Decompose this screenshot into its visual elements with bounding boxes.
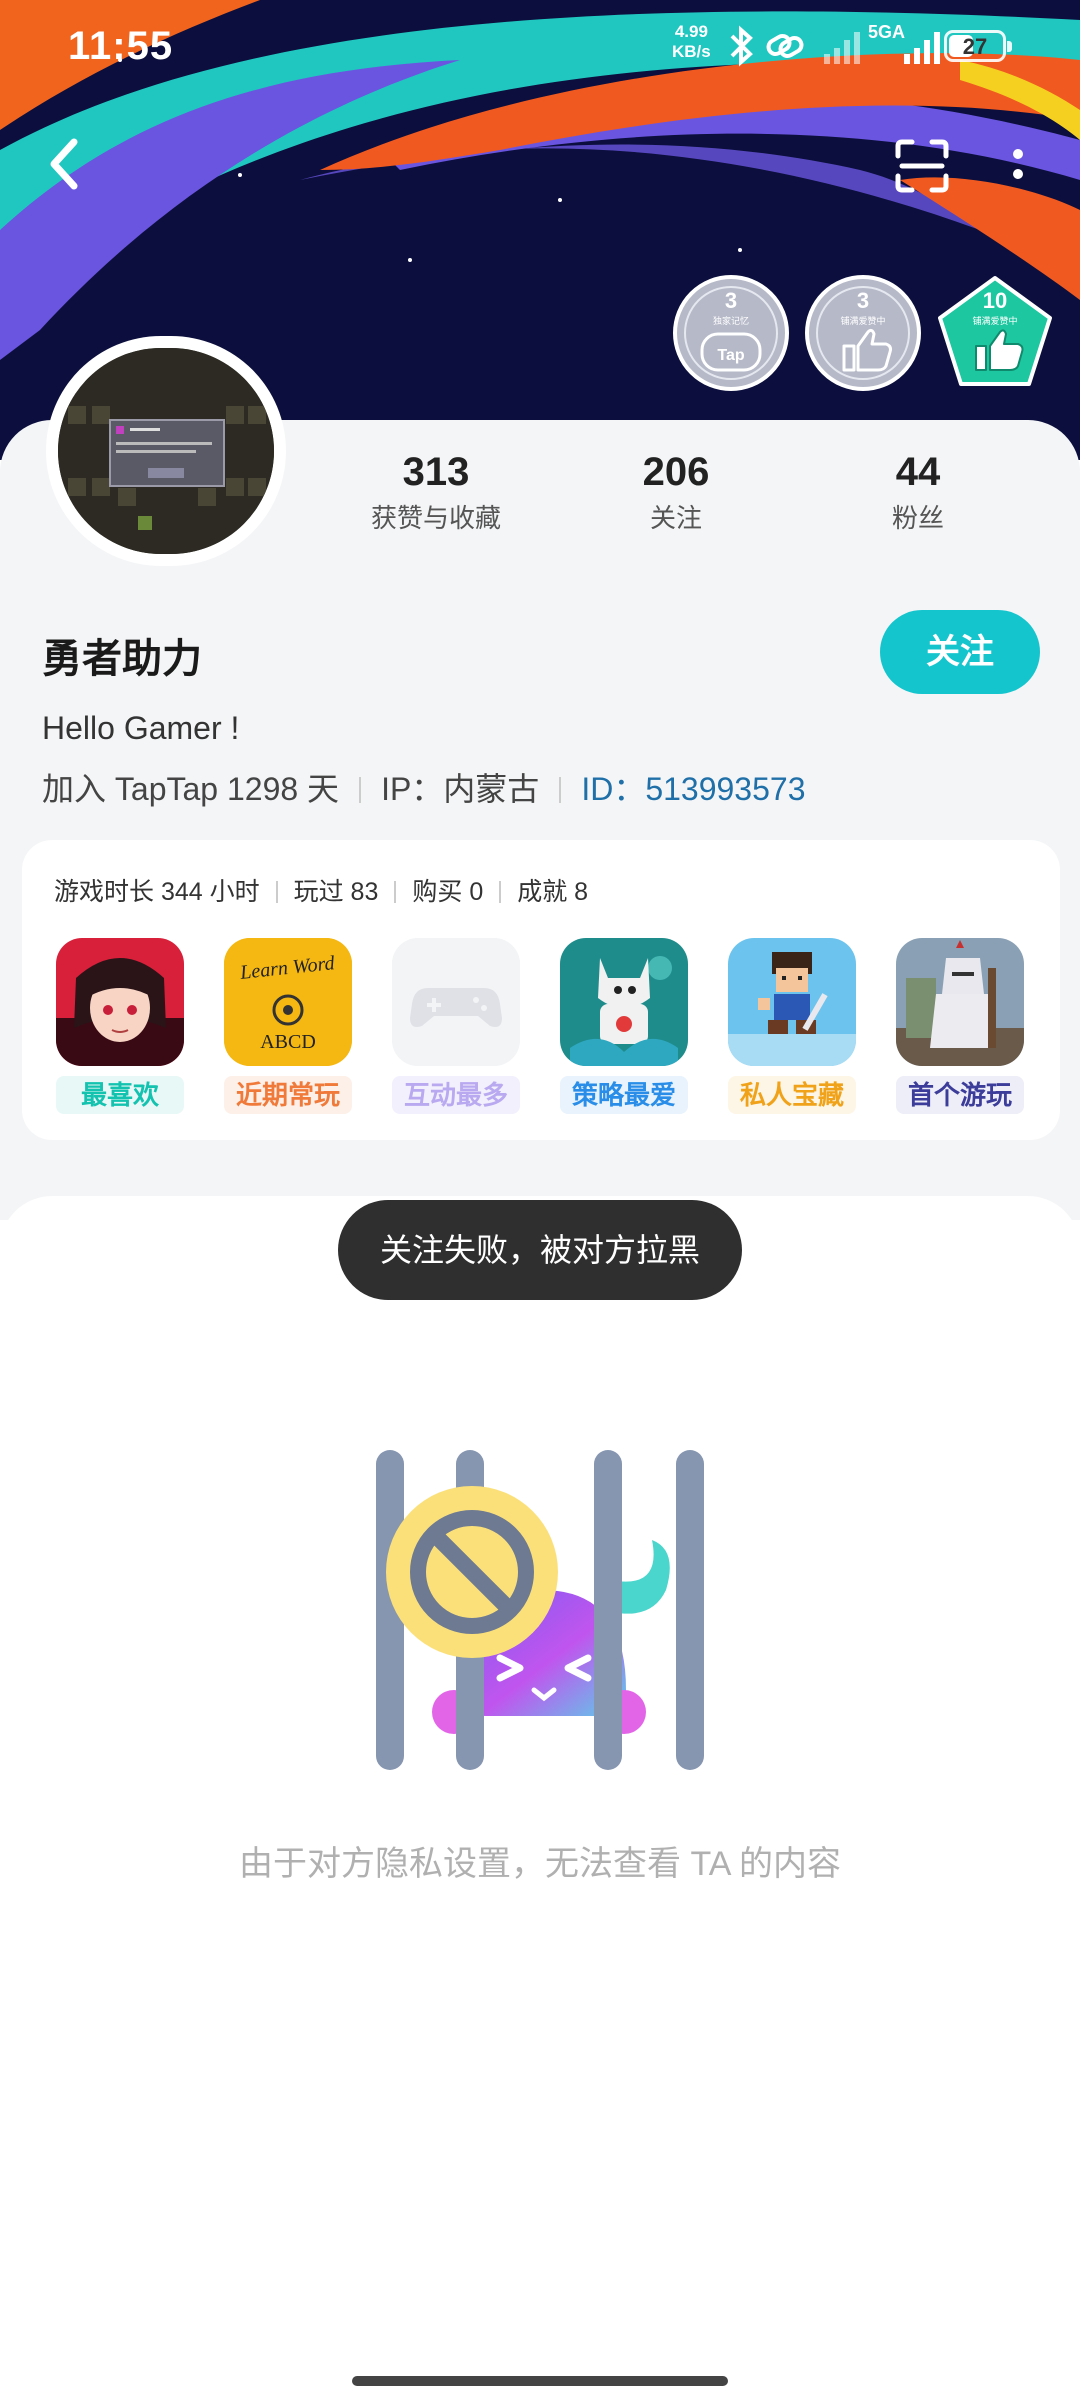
game-interaction[interactable]: 互动最多 — [392, 938, 520, 1114]
ip-location: IP：内蒙古 — [381, 771, 540, 807]
home-indicator[interactable] — [352, 2376, 728, 2386]
bluetooth-icon — [730, 25, 753, 67]
game-icon-robot-cat — [560, 938, 688, 1066]
games-card[interactable]: 游戏时长 344 小时 玩过 83 购买 0 成就 8 最喜欢 Learn Word — [22, 840, 1060, 1140]
content-area — [0, 1196, 1080, 2400]
game-icon-pixel-hero — [728, 938, 856, 1066]
bio: Hello Gamer ! — [42, 710, 240, 746]
scan-icon[interactable] — [894, 138, 950, 194]
game-icon-knight — [896, 938, 1024, 1066]
net-speed: 4.99 KB/s — [672, 22, 711, 61]
network-type: 5GA — [868, 22, 906, 42]
stat-followers[interactable]: 44 粉丝 — [818, 448, 1018, 535]
badge-likes-10[interactable]: 10 铺满爱赞中 — [936, 274, 1054, 392]
game-recent[interactable]: Learn Word ABCD 近期常玩 — [224, 938, 352, 1114]
signal-icon — [904, 32, 940, 64]
blocked-illustration — [376, 1450, 704, 1770]
joined-days: 加入 TapTap 1298 天 — [42, 771, 340, 807]
game-treasure[interactable]: 私人宝藏 — [728, 938, 856, 1114]
more-icon[interactable] — [998, 140, 1038, 196]
no-signal-icon — [824, 32, 860, 64]
username: 勇者助力 — [42, 637, 202, 681]
user-id[interactable]: ID：513993573 — [581, 771, 805, 807]
game-first[interactable]: 首个游玩 — [896, 938, 1024, 1114]
game-favorite[interactable]: 最喜欢 — [56, 938, 184, 1114]
avatar-image — [58, 348, 274, 554]
stat-likes[interactable]: 313 获赞与收藏 — [336, 448, 536, 535]
stat-following[interactable]: 206 关注 — [576, 448, 776, 535]
gamepad-placeholder-icon — [392, 938, 520, 1066]
back-icon[interactable] — [40, 134, 90, 194]
games-stats: 游戏时长 344 小时 玩过 83 购买 0 成就 8 — [54, 878, 589, 906]
status-bar: 11:55 4.99 KB/s 5GA 27 — [0, 0, 1080, 90]
profile-meta: 加入 TapTap 1298 天 IP：内蒙古 ID：513993573 — [42, 764, 806, 810]
game-icon-learn-word: Learn Word ABCD — [224, 938, 352, 1066]
game-icon-anime — [56, 938, 184, 1066]
game-strategy[interactable]: 策略最爱 — [560, 938, 688, 1114]
game-icon-letters: ABCD — [260, 1031, 316, 1053]
battery-icon: 27 — [944, 30, 1012, 62]
toast-message: 关注失败，被对方拉黑 — [338, 1200, 742, 1300]
avatar[interactable] — [46, 336, 286, 566]
badge-glyph: Tap — [717, 347, 744, 364]
follow-button[interactable]: 关注 — [880, 610, 1040, 694]
badge-memory[interactable]: Tap 3 独家记忆 — [672, 274, 790, 392]
link-icon — [766, 34, 804, 58]
empty-state-text: 由于对方隐私设置，无法查看 TA 的内容 — [239, 1845, 841, 1883]
badge-likes[interactable]: 3 铺满爱赞中 — [804, 274, 922, 392]
status-time: 11:55 — [68, 24, 174, 68]
